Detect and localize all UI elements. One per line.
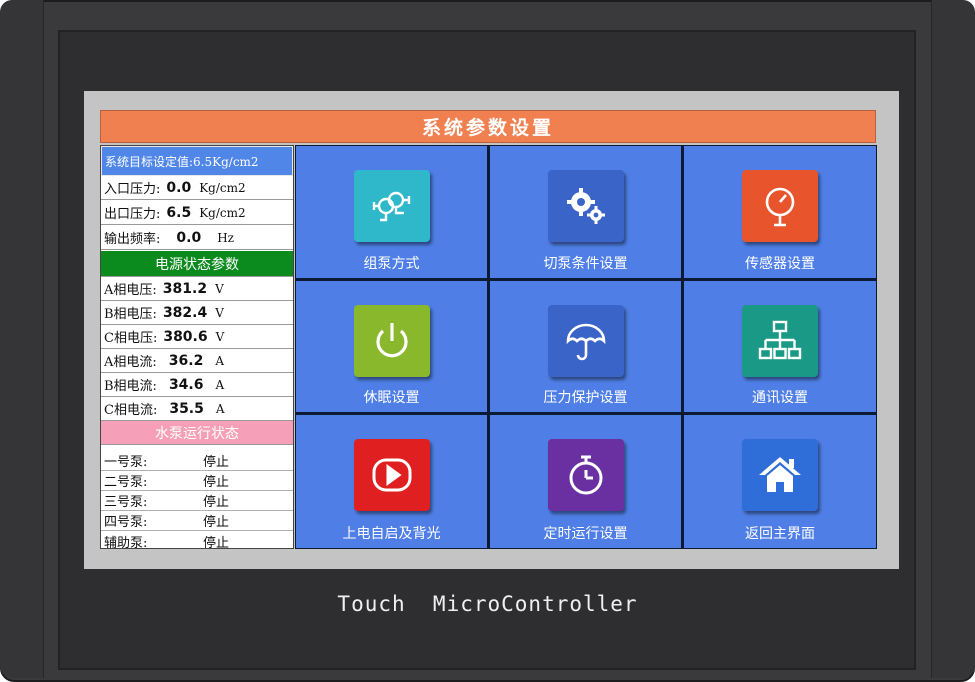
stopwatch-icon bbox=[547, 439, 624, 511]
row-label: 辅助泵: bbox=[104, 535, 148, 551]
tile-label: 传感器设置 bbox=[745, 256, 815, 272]
row-label: B相电流: bbox=[104, 379, 157, 394]
row-unit: Kg/cm2 bbox=[199, 205, 246, 220]
row-unit: V bbox=[215, 305, 224, 320]
power-row-c-voltage: C相电压: 380.6 V bbox=[101, 325, 293, 349]
pressure-row-inlet: 入口压力: 0.0 Kg/cm2 bbox=[101, 176, 293, 200]
row-unit: V bbox=[215, 281, 224, 296]
pump-group-icon bbox=[353, 170, 430, 242]
row-value: 34.6 bbox=[168, 376, 204, 393]
pump-section-header: 水泵运行状态 bbox=[101, 421, 293, 445]
status-panel: 系统目标设定值:6.5Kg/cm2 入口压力: 0.0 Kg/cm2 出口压力:… bbox=[100, 145, 294, 551]
row-unit: V bbox=[215, 329, 225, 344]
bezel-left bbox=[0, 0, 44, 678]
tile-return-home[interactable]: 返回主界面 bbox=[684, 415, 876, 548]
tile-communication-settings[interactable]: 通讯设置 bbox=[684, 281, 876, 412]
network-icon bbox=[742, 305, 818, 377]
tile-switch-conditions[interactable]: 切泵条件设置 bbox=[490, 146, 681, 278]
pump-row-4: 四号泵: 停止 bbox=[101, 511, 293, 531]
row-label: C相电流: bbox=[104, 403, 158, 418]
row-label: C相电压: bbox=[104, 331, 158, 346]
pump-row-2: 二号泵: 停止 bbox=[101, 471, 293, 491]
row-value: 35.5 bbox=[169, 400, 204, 417]
tile-label: 压力保护设置 bbox=[543, 390, 628, 406]
tile-pressure-protection[interactable]: 压力保护设置 bbox=[490, 281, 681, 412]
row-value: 6.5 bbox=[166, 204, 192, 221]
tile-label: 休眠设置 bbox=[363, 390, 420, 406]
tile-pump-grouping[interactable]: 组泵方式 bbox=[296, 146, 487, 278]
pump-status: 停止 bbox=[203, 455, 230, 470]
tile-label: 上电自启及背光 bbox=[342, 526, 441, 542]
row-label: 二号泵: bbox=[104, 475, 148, 490]
tile-label: 切泵条件设置 bbox=[543, 256, 628, 272]
bezel-right bbox=[931, 0, 975, 678]
pump-status: 停止 bbox=[203, 535, 230, 551]
gears-icon bbox=[547, 170, 624, 242]
row-label: B相电压: bbox=[104, 307, 157, 322]
power-icon bbox=[353, 305, 430, 377]
target-setting[interactable]: 系统目标设定值:6.5Kg/cm2 bbox=[101, 146, 293, 176]
row-value: 36.2 bbox=[168, 352, 204, 369]
tile-label: 定时运行设置 bbox=[543, 526, 628, 542]
pump-status: 停止 bbox=[203, 495, 230, 510]
row-unit: A bbox=[215, 377, 225, 392]
row-label: A相电压: bbox=[104, 283, 157, 298]
row-label: 四号泵: bbox=[104, 515, 148, 530]
play-icon bbox=[353, 439, 430, 511]
row-unit: Kg/cm2 bbox=[199, 180, 246, 195]
row-label: 输出频率: bbox=[104, 232, 161, 247]
tile-label: 组泵方式 bbox=[363, 256, 420, 272]
power-row-b-voltage: B相电压: 382.4 V bbox=[101, 301, 293, 325]
row-value: 380.6 bbox=[163, 328, 208, 345]
menu-grid: 组泵方式 切泵条件设置 传感器设置 休眠设置 压力保护设置 通讯设置 上电自启及… bbox=[295, 145, 877, 549]
tile-autostart-backlight[interactable]: 上电自启及背光 bbox=[296, 415, 487, 548]
power-row-c-current: C相电流: 35.5 A bbox=[101, 397, 293, 421]
pump-status: 停止 bbox=[203, 475, 230, 490]
pump-row-1: 一号泵: 停止 bbox=[101, 451, 293, 471]
umbrella-icon bbox=[547, 305, 624, 377]
row-value: 0.0 bbox=[176, 229, 202, 246]
power-section-header: 电源状态参数 bbox=[101, 251, 293, 277]
page-title: 系统参数设置 bbox=[100, 110, 876, 143]
power-row-a-voltage: A相电压: 381.2 V bbox=[101, 277, 293, 301]
gauge-icon bbox=[742, 170, 818, 242]
row-label: A相电流: bbox=[104, 355, 157, 370]
frequency-row: 输出频率: 0.0 Hz bbox=[101, 226, 293, 250]
row-value: 0.0 bbox=[166, 179, 192, 196]
tile-sleep-settings[interactable]: 休眠设置 bbox=[296, 281, 487, 412]
power-row-a-current: A相电流: 36.2 A bbox=[101, 349, 293, 373]
pump-status: 停止 bbox=[203, 515, 230, 530]
pump-row-aux: 辅助泵: 停止 bbox=[101, 531, 293, 551]
pump-row-3: 三号泵: 停止 bbox=[101, 491, 293, 511]
target-setting-text: 系统目标设定值:6.5Kg/cm2 bbox=[105, 154, 259, 169]
brand-text: Touch MicroController bbox=[337, 592, 638, 616]
row-unit: A bbox=[215, 401, 225, 416]
power-row-b-current: B相电流: 34.6 A bbox=[101, 373, 293, 397]
pressure-row-outlet: 出口压力: 6.5 Kg/cm2 bbox=[101, 201, 293, 225]
row-label: 三号泵: bbox=[104, 495, 148, 510]
home-icon bbox=[742, 439, 818, 511]
row-label: 出口压力: bbox=[104, 207, 161, 222]
tile-timed-run-settings[interactable]: 定时运行设置 bbox=[490, 415, 681, 548]
row-value: 382.4 bbox=[162, 304, 208, 321]
row-label: 入口压力: bbox=[104, 182, 161, 197]
tile-sensor-settings[interactable]: 传感器设置 bbox=[684, 146, 876, 278]
row-label: 一号泵: bbox=[104, 455, 148, 470]
tile-label: 通讯设置 bbox=[752, 390, 808, 406]
tile-label: 返回主界面 bbox=[745, 526, 815, 542]
row-unit: A bbox=[215, 353, 224, 368]
row-value: 381.2 bbox=[162, 280, 208, 297]
row-unit: Hz bbox=[217, 230, 234, 245]
